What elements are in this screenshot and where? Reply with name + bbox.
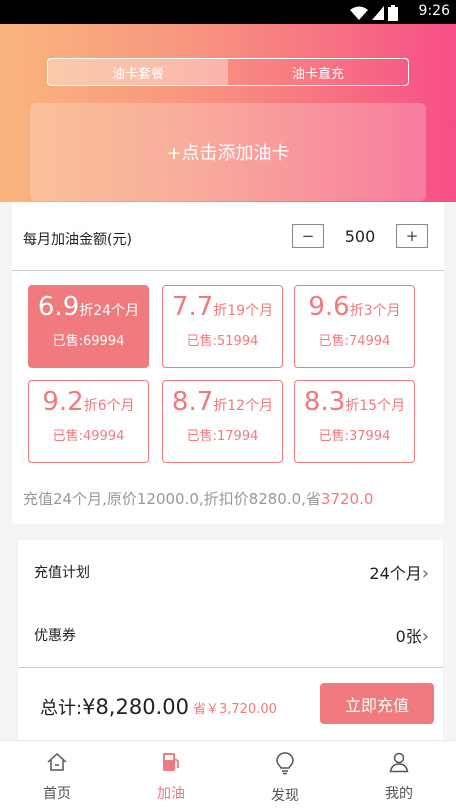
price-summary: 充值24个月,原价12000.0,折扣价8280.0,省3720.0 xyxy=(23,488,373,509)
plan-panel: 每月加油金额(元) − 500 + 6.9折24个月 已售:69994 7.7折… xyxy=(12,202,444,524)
segment-control: 油卡套餐 油卡直充 xyxy=(47,58,409,86)
home-icon xyxy=(47,752,67,771)
plan-card[interactable]: 6.9折24个月 已售:69994 xyxy=(28,285,149,368)
tab-fuel[interactable]: 加油 xyxy=(114,741,228,811)
recharge-plan-value: 24个月 xyxy=(369,564,422,583)
plan-duration: 折19个月 xyxy=(213,303,274,319)
lightbulb-icon xyxy=(276,752,294,775)
plan-discount: 8.7 xyxy=(171,387,214,417)
status-time: 9:26 xyxy=(418,3,450,19)
header-banner: 油卡套餐 油卡直充 +点击添加油卡 xyxy=(0,24,456,202)
user-icon xyxy=(389,752,409,773)
chevron-right-icon: › xyxy=(421,626,429,647)
tab-profile[interactable]: 我的 xyxy=(342,741,456,811)
signal-icon xyxy=(372,6,384,20)
plan-card[interactable]: 8.3折15个月 已售:37994 xyxy=(294,380,415,463)
recharge-now-button[interactable]: 立即充值 xyxy=(320,683,434,724)
plan-discount: 9.2 xyxy=(42,387,84,417)
add-oil-card-button[interactable]: +点击添加油卡 xyxy=(30,103,426,201)
plan-card[interactable]: 8.7折12个月 已售:17994 xyxy=(162,380,283,463)
coupon-label: 优惠券 xyxy=(34,628,76,644)
plan-duration: 折6个月 xyxy=(83,398,135,414)
plan-duration: 折24个月 xyxy=(79,303,140,319)
plan-card[interactable]: 9.6折3个月 已售:74994 xyxy=(294,285,415,368)
tab-home[interactable]: 首页 xyxy=(0,741,114,811)
plan-sold-count: 已售:49994 xyxy=(52,429,125,444)
plan-grid: 6.9折24个月 已售:69994 7.7折19个月 已售:51994 9.6折… xyxy=(12,270,444,463)
total-amount: ¥8,280.00 xyxy=(82,695,189,719)
status-bar: 9:26 xyxy=(0,0,456,24)
status-icons xyxy=(350,5,398,21)
plan-discount: 9.6 xyxy=(308,292,350,322)
plan-card[interactable]: 7.7折19个月 已售:51994 xyxy=(162,285,283,368)
tab-label: 首页 xyxy=(43,786,71,802)
total-prefix: 总计: xyxy=(40,698,83,719)
plan-discount: 7.7 xyxy=(171,292,214,322)
plan-card[interactable]: 9.2折6个月 已售:49994 xyxy=(28,380,149,463)
plan-sold-count: 已售:17994 xyxy=(186,429,259,444)
plan-discount: 8.3 xyxy=(303,387,346,417)
increase-amount-button[interactable]: + xyxy=(396,224,428,248)
divider xyxy=(18,667,443,668)
monthly-amount-label: 每月加油金额(元) xyxy=(23,232,132,248)
chevron-right-icon: › xyxy=(421,563,429,584)
plan-sold-count: 已售:69994 xyxy=(52,334,125,349)
plan-sold-count: 已售:51994 xyxy=(186,334,259,349)
plan-discount: 6.9 xyxy=(37,292,80,322)
tab-oil-card-recharge[interactable]: 油卡直充 xyxy=(228,59,408,85)
monthly-amount-value: 500 xyxy=(344,227,376,246)
app-screen: 9:26 油卡套餐 油卡直充 +点击添加油卡 每月加油金额(元) − 500 +… xyxy=(0,0,456,811)
coupon-row[interactable]: 0张› xyxy=(396,623,429,647)
tab-oil-card-package[interactable]: 油卡套餐 xyxy=(48,59,228,85)
plan-duration: 折15个月 xyxy=(345,398,406,414)
bottom-tab-bar: 首页 加油 发现 我的 xyxy=(0,740,456,811)
tab-discover[interactable]: 发现 xyxy=(228,741,342,811)
wifi-icon xyxy=(350,6,368,20)
plan-sold-count: 已售:74994 xyxy=(318,334,391,349)
saved-amount: 省￥3,720.00 xyxy=(193,702,277,717)
recharge-plan-row[interactable]: 24个月› xyxy=(369,560,429,584)
plan-duration: 折3个月 xyxy=(349,303,401,319)
plan-sold-count: 已售:37994 xyxy=(318,429,391,444)
coupon-value: 0张 xyxy=(395,627,422,646)
tab-label: 加油 xyxy=(157,786,185,802)
decrease-amount-button[interactable]: − xyxy=(292,224,324,248)
fuel-icon xyxy=(163,753,179,771)
plan-duration: 折12个月 xyxy=(213,398,274,414)
price-summary-saved: 3720.0 xyxy=(320,490,374,508)
total-price: 总计:¥8,280.00 xyxy=(40,694,189,720)
recharge-plan-label: 充值计划 xyxy=(34,565,90,581)
price-summary-text: 充值24个月,原价12000.0,折扣价8280.0,省 xyxy=(23,490,321,508)
tab-label: 我的 xyxy=(385,786,413,802)
order-panel: 充值计划 24个月› 优惠券 0张› 总计:¥8,280.00 省￥3,720.… xyxy=(18,540,443,740)
battery-icon xyxy=(388,5,398,21)
tab-label: 发现 xyxy=(271,788,299,804)
